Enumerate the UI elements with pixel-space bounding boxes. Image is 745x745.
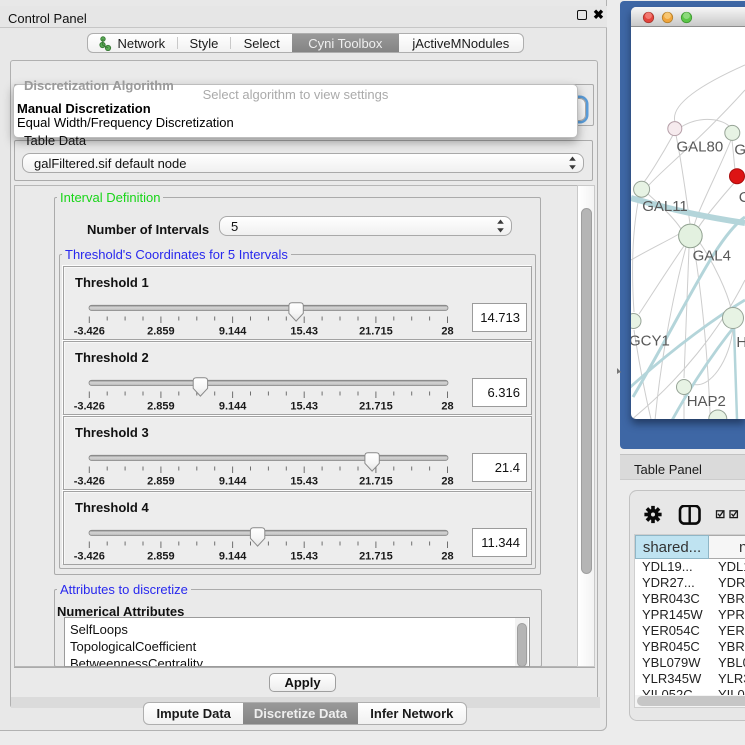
svg-text:21.715: 21.715: [359, 551, 393, 563]
svg-text:2.859: 2.859: [147, 326, 175, 338]
svg-text:9.144: 9.144: [219, 326, 247, 338]
svg-text:28: 28: [441, 476, 453, 488]
svg-text:-3.426: -3.426: [74, 326, 105, 338]
svg-text:9.144: 9.144: [219, 401, 247, 413]
svg-text:-3.426: -3.426: [74, 551, 105, 563]
svg-text:28: 28: [441, 326, 453, 338]
svg-text:15.43: 15.43: [290, 476, 318, 488]
svg-text:H: H: [736, 334, 745, 351]
svg-text:2.859: 2.859: [147, 476, 175, 488]
svg-text:GA: GA: [734, 141, 745, 158]
svg-text:2.859: 2.859: [147, 551, 175, 563]
svg-text:HAP2: HAP2: [687, 393, 726, 410]
svg-text:15.43: 15.43: [290, 401, 318, 413]
svg-text:GAL4: GAL4: [693, 248, 731, 265]
svg-text:21.715: 21.715: [359, 326, 393, 338]
svg-text:28: 28: [441, 551, 453, 563]
svg-text:28: 28: [441, 401, 453, 413]
svg-text:21.715: 21.715: [359, 401, 393, 413]
svg-text:-3.426: -3.426: [74, 401, 105, 413]
svg-text:9.144: 9.144: [219, 476, 247, 488]
svg-text:15.43: 15.43: [290, 551, 318, 563]
svg-text:GAL80: GAL80: [677, 139, 724, 156]
svg-text:9.144: 9.144: [219, 551, 247, 563]
svg-text:2.859: 2.859: [147, 401, 175, 413]
svg-text:21.715: 21.715: [359, 476, 393, 488]
svg-text:-3.426: -3.426: [74, 476, 105, 488]
svg-text:GCY1: GCY1: [631, 333, 670, 350]
svg-text:GAL11: GAL11: [642, 198, 688, 215]
svg-text:C: C: [739, 189, 745, 206]
svg-text:15.43: 15.43: [290, 326, 318, 338]
